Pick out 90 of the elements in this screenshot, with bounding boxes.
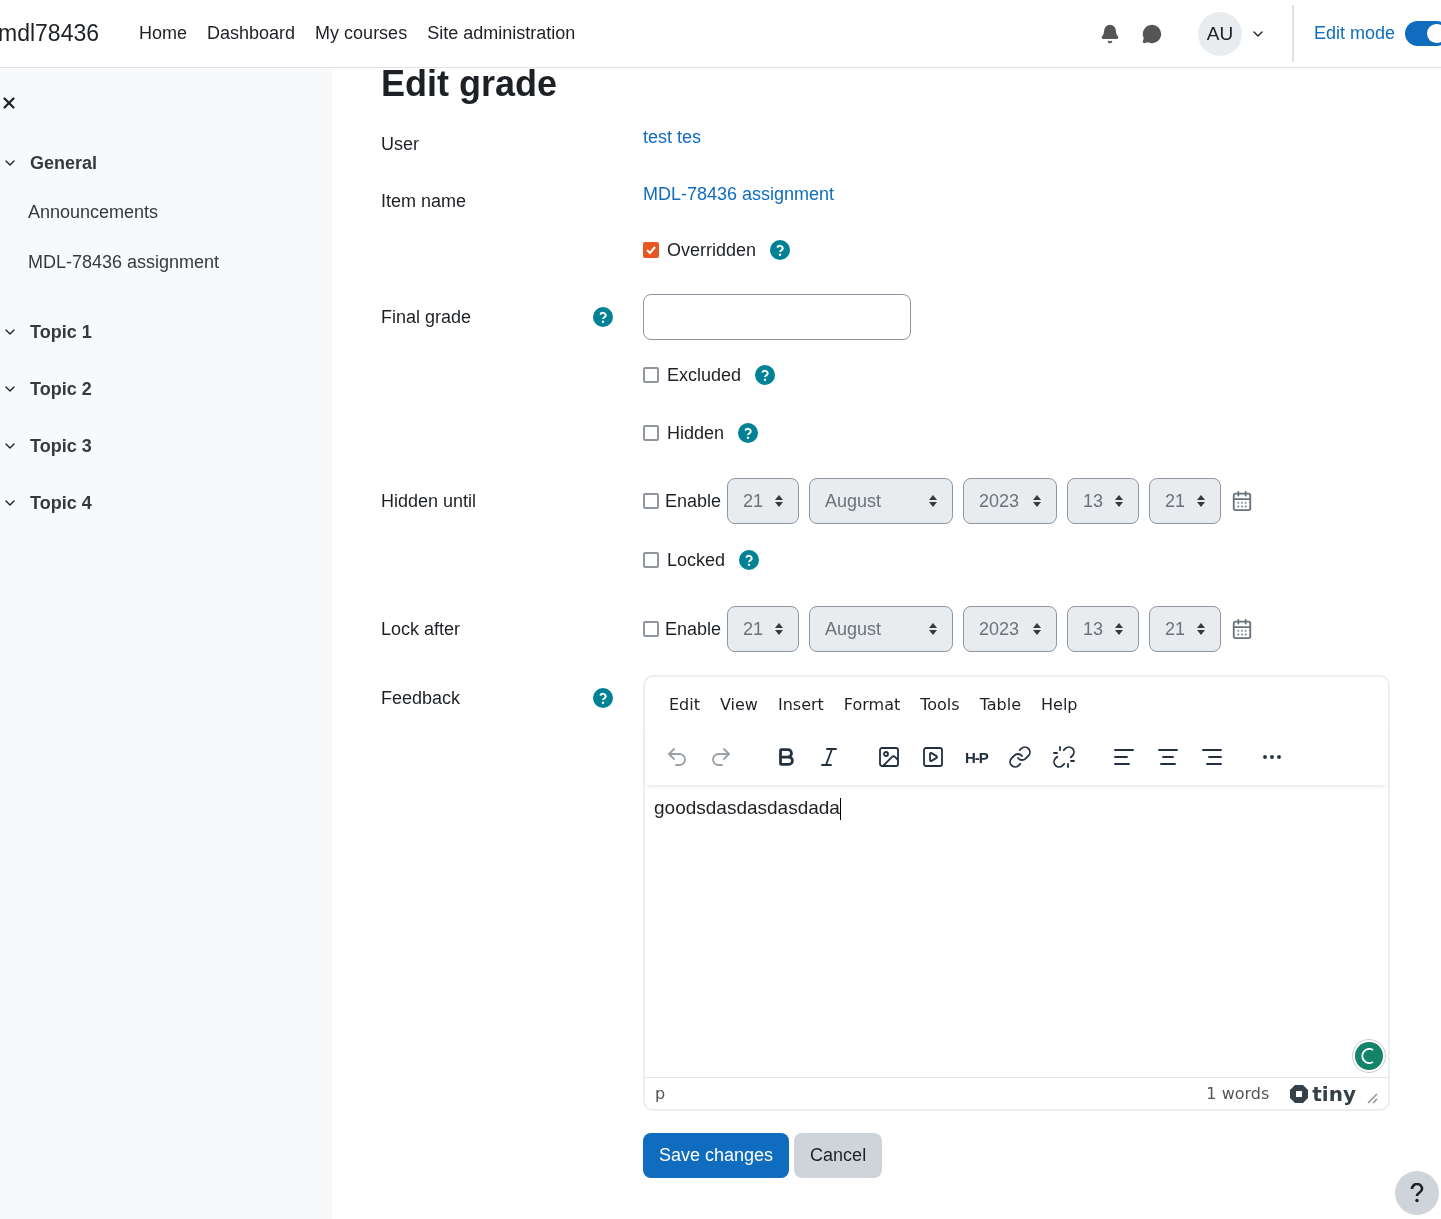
menu-item[interactable]: Format	[833, 693, 911, 729]
sort-icon	[1032, 622, 1043, 636]
cancel-button[interactable]: Cancel	[794, 1133, 883, 1178]
help-button[interactable]	[1395, 1171, 1439, 1215]
help-icon[interactable]	[738, 423, 759, 443]
field-label: Feedback	[381, 687, 461, 709]
sort-icon	[774, 494, 785, 508]
section-title[interactable]: Topic 1	[30, 321, 92, 343]
checkbox[interactable]	[643, 242, 659, 258]
unlink-icon[interactable]	[1051, 745, 1076, 769]
help-icon[interactable]	[739, 550, 760, 570]
checkbox[interactable]	[643, 493, 659, 509]
close-icon[interactable]	[0, 94, 18, 112]
sidebar-item[interactable]: MDL-78436 assignment	[0, 250, 332, 300]
element-path[interactable]: p	[655, 1084, 666, 1103]
field-label: Lock after	[381, 618, 461, 640]
bell-icon[interactable]	[1099, 23, 1120, 44]
field-label: Hidden until	[381, 490, 477, 512]
section-title[interactable]: Topic 4	[30, 492, 92, 514]
h5p-button[interactable]: H-P	[965, 748, 988, 766]
help-icon[interactable]	[755, 365, 776, 385]
question-icon[interactable]	[1409, 1183, 1425, 1203]
checkbox-label: Locked	[667, 549, 726, 571]
edit-mode-toggle[interactable]	[1405, 21, 1441, 46]
page-title: Edit grade	[381, 64, 559, 104]
checkbox-label: Excluded	[667, 364, 742, 386]
help-icon[interactable]	[593, 307, 613, 327]
sort-icon	[928, 622, 939, 636]
select-field[interactable]: 13	[1067, 478, 1140, 524]
select-field[interactable]: August	[809, 606, 954, 652]
checkbox[interactable]	[643, 621, 659, 637]
checkbox-label: Enable	[665, 490, 722, 512]
help-icon[interactable]	[593, 688, 613, 708]
field-label: Item name	[381, 190, 467, 212]
nav-link[interactable]: Home	[139, 23, 188, 44]
menu-item[interactable]: Edit	[659, 693, 710, 729]
resize-handle-icon[interactable]	[1366, 1091, 1378, 1104]
select-field[interactable]: 13	[1067, 606, 1140, 652]
calendar-icon[interactable]	[1231, 618, 1254, 640]
sort-icon	[774, 622, 785, 636]
select-field[interactable]: 2023	[963, 606, 1058, 652]
word-count: 1 words	[1206, 1084, 1270, 1103]
sort-icon	[1114, 494, 1125, 508]
calendar-icon[interactable]	[1231, 490, 1254, 512]
save-button[interactable]: Save changes	[643, 1133, 790, 1178]
section-title[interactable]: General	[30, 152, 98, 174]
link-icon[interactable]	[1007, 745, 1032, 769]
select-field[interactable]: August	[809, 478, 954, 524]
user-avatar[interactable]: AU	[1197, 11, 1242, 56]
section-title[interactable]: Topic 2	[30, 378, 92, 400]
checkbox-label: Enable	[665, 618, 722, 640]
menu-item[interactable]: Table	[969, 693, 1032, 729]
select-field[interactable]: 21	[1149, 606, 1222, 652]
field-label: Final grade	[381, 306, 472, 328]
field-label: User	[381, 133, 419, 155]
sort-icon	[1196, 494, 1207, 508]
site-name[interactable]: mdl78436	[0, 20, 100, 47]
checkbox[interactable]	[643, 425, 659, 441]
nav-link[interactable]: Site administration	[427, 23, 576, 44]
image-icon[interactable]	[877, 745, 901, 769]
menu-item[interactable]: Help	[1031, 693, 1088, 729]
play-icon[interactable]	[921, 745, 945, 769]
tiny-logo[interactable]: tiny	[1289, 1081, 1356, 1106]
sort-icon	[1032, 494, 1043, 508]
checkbox-label: Overridden	[667, 239, 757, 261]
value-link[interactable]: MDL-78436 assignment	[643, 183, 835, 205]
checkbox-label: Hidden	[667, 422, 725, 444]
edit-mode-label: Edit mode	[1313, 23, 1395, 44]
help-icon[interactable]	[770, 240, 791, 260]
value-link[interactable]: test tes	[643, 126, 702, 148]
select-field[interactable]: 21	[1149, 478, 1222, 524]
checkbox[interactable]	[643, 367, 659, 383]
sort-icon	[928, 494, 939, 508]
menu-item[interactable]: View	[710, 693, 768, 729]
chat-icon[interactable]	[1141, 23, 1162, 44]
input-field[interactable]	[643, 294, 911, 340]
menu-item[interactable]: Insert	[767, 693, 834, 729]
assistant-icon[interactable]	[1352, 1039, 1386, 1073]
sidebar-item[interactable]: Announcements	[0, 200, 332, 250]
select-field[interactable]: 21	[727, 478, 800, 524]
checkbox[interactable]	[643, 552, 659, 568]
select-field[interactable]: 21	[727, 606, 800, 652]
nav-link[interactable]: Dashboard	[207, 23, 296, 44]
sort-icon	[1196, 622, 1207, 636]
select-field[interactable]: 2023	[963, 478, 1058, 524]
menu-item[interactable]: Tools	[910, 693, 970, 729]
editor-text: goodsdasdasdasdada	[654, 797, 840, 818]
nav-link[interactable]: My courses	[315, 23, 408, 44]
section-title[interactable]: Topic 3	[30, 435, 92, 457]
sort-icon	[1114, 622, 1125, 636]
